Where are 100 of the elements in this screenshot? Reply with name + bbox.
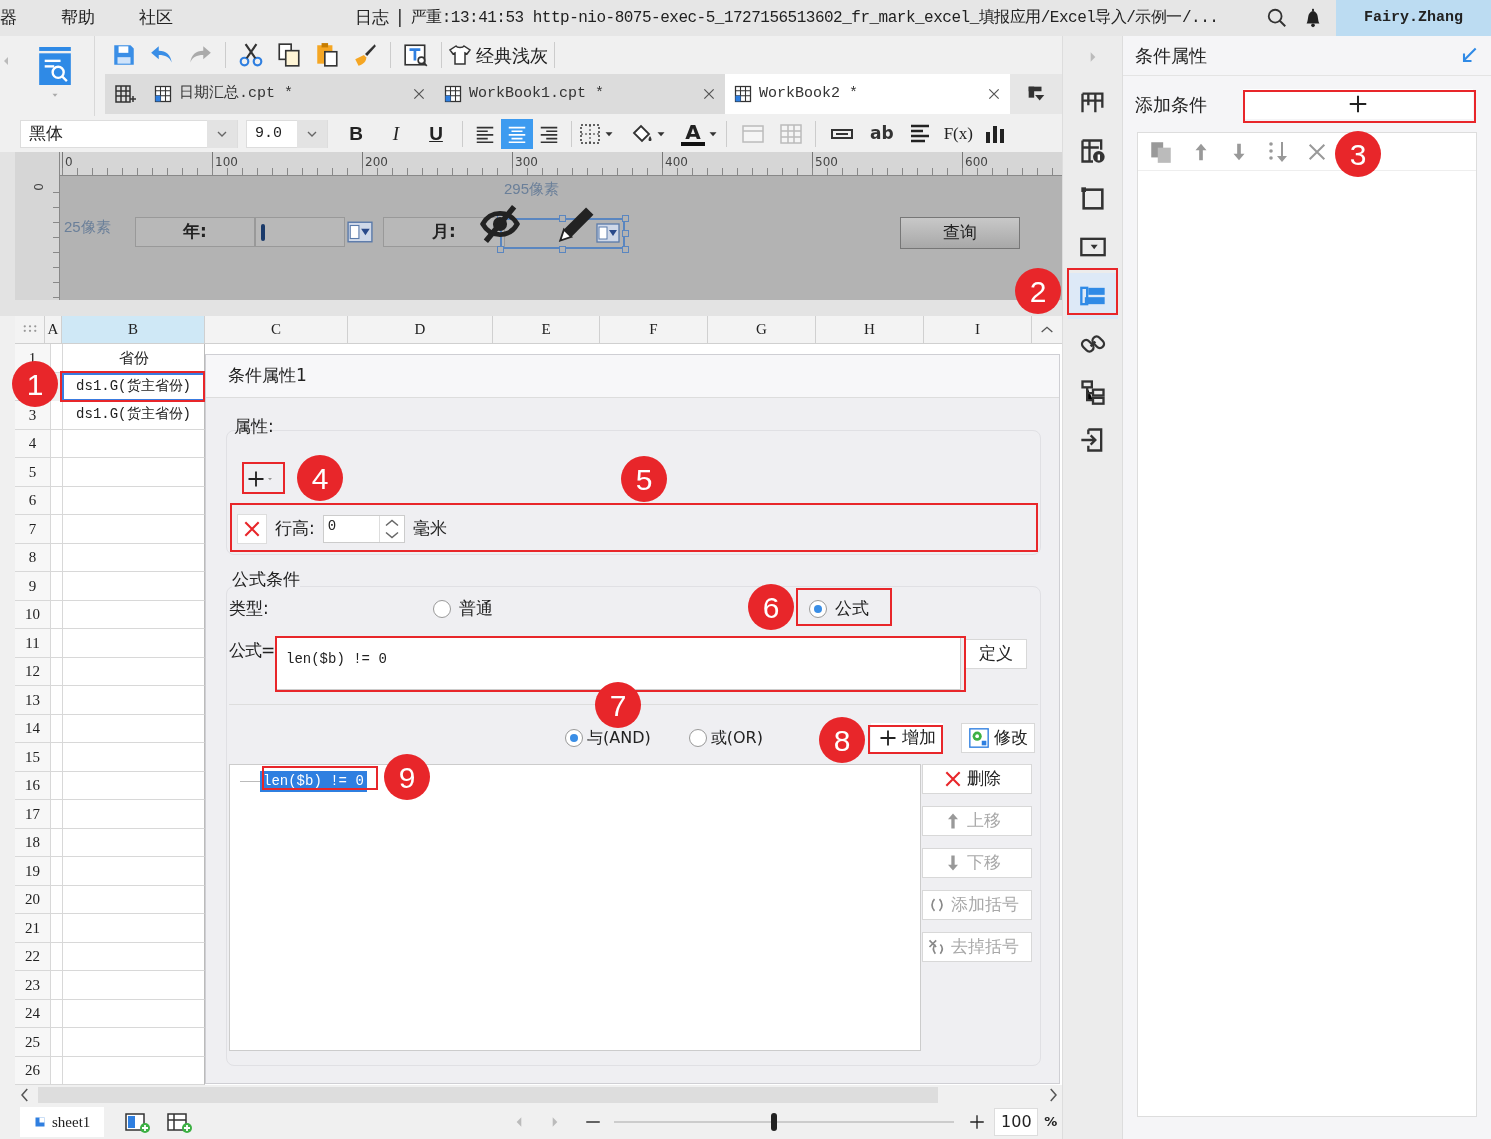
row-header[interactable]: 22	[15, 942, 50, 971]
table-cell[interactable]	[50, 1056, 62, 1085]
save-icon[interactable]	[111, 42, 137, 68]
table-cell[interactable]	[62, 942, 205, 971]
user-name[interactable]: Fairy.Zhang	[1336, 0, 1491, 36]
table-cell[interactable]	[50, 971, 62, 1000]
column-header[interactable]: E	[493, 316, 600, 344]
formula-tool[interactable]: F(x)	[943, 121, 973, 147]
table-cell[interactable]	[62, 429, 205, 458]
add-form-icon[interactable]	[164, 1111, 195, 1133]
row-header[interactable]: 8	[15, 543, 50, 572]
column-header[interactable]: I	[924, 316, 1032, 344]
table-cell[interactable]	[62, 458, 205, 487]
italic-button[interactable]: I	[380, 119, 412, 149]
table-cell[interactable]	[50, 657, 62, 686]
zoom-slider-thumb[interactable]	[771, 1113, 778, 1131]
table-cell[interactable]	[50, 686, 62, 715]
row-header[interactable]: 24	[15, 999, 50, 1028]
tree-icon[interactable]	[1078, 378, 1107, 406]
file-tab[interactable]: WorkBook1.cpt *	[435, 74, 725, 114]
search-icon[interactable]	[1266, 7, 1288, 29]
copy-icon[interactable]	[276, 42, 302, 68]
file-tab[interactable]: 日期汇总.cpt *	[145, 74, 435, 114]
table-cell[interactable]	[50, 771, 62, 800]
column-header[interactable]: A	[45, 316, 62, 344]
table-cell[interactable]	[50, 486, 62, 515]
table-cell[interactable]	[62, 600, 205, 629]
table-cell[interactable]	[50, 543, 62, 572]
zoom-field[interactable]: 100	[994, 1108, 1039, 1136]
row-header[interactable]: 20	[15, 885, 50, 914]
year-field[interactable]	[255, 217, 345, 247]
radio-button[interactable]: 与(AND)	[565, 725, 651, 750]
menu-item[interactable]: 社区	[139, 5, 173, 31]
row-header[interactable]: 14	[15, 714, 50, 743]
table-cell[interactable]	[62, 771, 205, 800]
cell-info-icon[interactable]	[1078, 137, 1107, 165]
row-header[interactable]: 25	[15, 1028, 50, 1057]
column-header[interactable]: D	[348, 316, 493, 344]
table-cell[interactable]	[50, 942, 62, 971]
define-button[interactable]: 定义	[965, 639, 1027, 669]
table-cell[interactable]: 省份	[62, 344, 205, 373]
bold-button[interactable]: B	[340, 119, 372, 149]
row-header[interactable]: 12	[15, 657, 50, 686]
close-icon[interactable]	[986, 86, 1002, 102]
column-header[interactable]: G	[708, 316, 816, 344]
table-cell[interactable]	[50, 429, 62, 458]
row-header[interactable]: 4	[15, 429, 50, 458]
table-cell[interactable]	[62, 629, 205, 658]
table-cell[interactable]	[62, 486, 205, 515]
column-header[interactable]: F	[600, 316, 708, 344]
menu-item[interactable]: 器	[0, 5, 17, 31]
table-cell[interactable]	[50, 857, 62, 886]
delete-button[interactable]: 删除	[922, 764, 1032, 794]
frame-icon[interactable]	[1078, 185, 1107, 213]
table-cell[interactable]	[50, 885, 62, 914]
table-cell[interactable]	[62, 999, 205, 1028]
paste-icon[interactable]	[314, 42, 340, 68]
table-cell[interactable]	[50, 600, 62, 629]
table-cell[interactable]	[62, 885, 205, 914]
column-header[interactable]: C	[205, 316, 348, 344]
table-cell[interactable]	[62, 686, 205, 715]
table-cell[interactable]	[50, 800, 62, 829]
row-header[interactable]: 5	[15, 458, 50, 487]
close-icon[interactable]	[411, 86, 427, 102]
table-cell[interactable]	[62, 572, 205, 601]
modify-button[interactable]: 修改	[960, 722, 1035, 753]
log-link[interactable]: 日志	[355, 5, 389, 31]
table-cell[interactable]	[50, 572, 62, 601]
font-select[interactable]: 黑体	[20, 120, 238, 148]
table-cell[interactable]	[50, 629, 62, 658]
dropdown-icon[interactable]	[346, 219, 374, 245]
table-cell[interactable]	[50, 515, 62, 544]
underline-button[interactable]: U	[420, 119, 452, 149]
text-preview-icon[interactable]	[403, 42, 429, 68]
table-cell[interactable]	[50, 828, 62, 857]
table-cell[interactable]	[62, 971, 205, 1000]
row-header[interactable]: 13	[15, 686, 50, 715]
table-cell[interactable]	[50, 743, 62, 772]
dropdown-icon[interactable]	[595, 221, 621, 245]
row-header[interactable]: 18	[15, 828, 50, 857]
row-header[interactable]: 16	[15, 771, 50, 800]
file-tab[interactable]: WorkBook2 *	[725, 74, 1010, 114]
row-header[interactable]: 19	[15, 857, 50, 886]
menu-item[interactable]: 帮助	[61, 5, 95, 31]
table-cell[interactable]	[50, 458, 62, 487]
height-spinner[interactable]: 0	[322, 514, 405, 543]
table-cell[interactable]	[62, 1056, 205, 1085]
table-cell[interactable]	[62, 1028, 205, 1057]
table-cell[interactable]	[62, 828, 205, 857]
font-color-button[interactable]: A	[680, 122, 706, 146]
table-cell[interactable]	[62, 543, 205, 572]
add-sheet-icon[interactable]	[122, 1111, 153, 1133]
row-header[interactable]: 21	[15, 914, 50, 943]
table-cell[interactable]	[62, 515, 205, 544]
radio-button[interactable]: 或(OR)	[688, 725, 763, 750]
add-button[interactable]: 增加	[870, 722, 943, 753]
row-header[interactable]: 26	[15, 1056, 50, 1085]
query-button[interactable]: 查询	[900, 217, 1020, 249]
row-header[interactable]: 7	[15, 515, 50, 544]
text-tool[interactable]: ab	[870, 121, 894, 147]
